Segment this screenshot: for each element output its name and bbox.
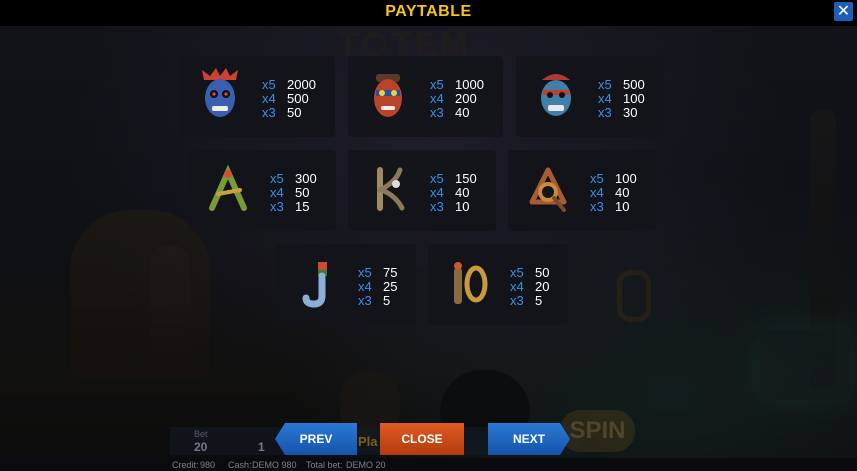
paytable-card: x5 100 x4 40 x3 10: [508, 150, 656, 231]
letter-j-symbol: [302, 262, 327, 308]
ten-symbol: [454, 262, 488, 304]
letter-q-symbol: [529, 167, 567, 212]
cash-label: Cash:: [228, 460, 252, 470]
blue-tiki-mask-symbol: [202, 68, 238, 117]
credit-label: Credit:: [172, 460, 199, 470]
letter-a-symbol: [209, 164, 247, 211]
close-icon[interactable]: ✕: [834, 2, 853, 21]
paytable-card: x5 500 x4 100 x3 30: [516, 56, 664, 137]
paytable-card: x5 150 x4 40 x3 10: [348, 150, 496, 231]
next-button[interactable]: NEXT: [488, 423, 570, 455]
paytable-card: x5 1000 x4 200 x3 40: [348, 56, 503, 137]
red-tiki-mask-symbol: [374, 74, 402, 117]
teal-tiki-mask-symbol: [541, 74, 571, 116]
credit-value: 980: [200, 460, 216, 470]
letter-k-symbol: [377, 167, 405, 211]
close-button[interactable]: CLOSE: [380, 423, 464, 455]
paytable-card: x5 50 x4 20 x3 5: [428, 244, 568, 325]
status-bar: [0, 458, 857, 471]
paytable-title: PAYTABLE: [385, 3, 472, 20]
cash-value: DEMO 980: [252, 460, 297, 470]
prev-button[interactable]: PREV: [275, 423, 357, 455]
paytable-card: x5 2000 x4 500 x3 50: [180, 56, 335, 137]
paytable-card: x5 300 x4 50 x3 15: [188, 150, 336, 231]
paytable-card: x5 75 x4 25 x3 5: [276, 244, 416, 325]
total-bet-label: Total bet:: [306, 460, 343, 470]
total-bet-value: DEMO 20: [346, 460, 386, 470]
